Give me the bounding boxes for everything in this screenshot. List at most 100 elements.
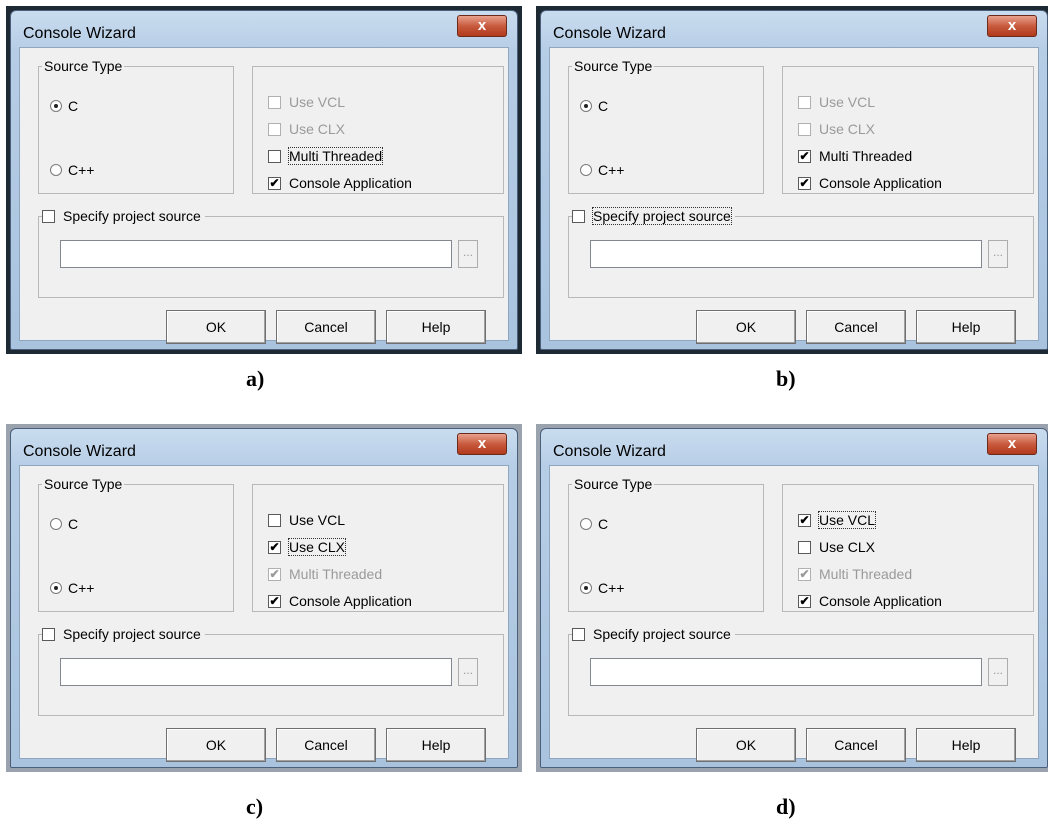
checkbox-use-clx[interactable]: Use CLX (268, 121, 345, 137)
radio-cpp[interactable]: C++ (580, 580, 624, 596)
ok-button[interactable]: OK (696, 728, 796, 762)
checkbox-use-vcl[interactable]: Use VCL (268, 94, 345, 110)
radio-c[interactable]: C (50, 98, 78, 114)
radio-c[interactable]: C (50, 516, 78, 532)
checkbox-specify-project-source[interactable]: Specify project source (572, 626, 735, 642)
window-title: Console Wizard (23, 25, 136, 42)
checkbox-console-application-box: ✔ (798, 176, 811, 190)
checkbox-use-vcl[interactable]: Use VCL (798, 94, 875, 110)
ellipsis-icon: ... (462, 245, 473, 259)
checkbox-multi-threaded-label: Multi Threaded (819, 148, 913, 164)
checkbox-multi-threaded[interactable]: ✔ Multi Threaded (798, 566, 912, 582)
radio-cpp[interactable]: C++ (50, 162, 94, 178)
caption-d: d) (776, 794, 796, 819)
checkbox-console-application[interactable]: ✔ Console Application (268, 175, 412, 191)
checkbox-specify-project-source-box (572, 209, 585, 223)
check-icon: ✔ (799, 593, 810, 608)
checkbox-use-vcl[interactable]: Use VCL (268, 512, 345, 528)
checkbox-console-application[interactable]: ✔ Console Application (798, 593, 942, 609)
checkbox-console-application-box: ✔ (268, 594, 281, 608)
checkbox-multi-threaded-box: ✔ (798, 566, 811, 581)
radio-c-label: C (68, 98, 79, 114)
checkbox-use-clx-box (268, 122, 281, 136)
project-source-input[interactable] (590, 240, 982, 268)
ok-button[interactable]: OK (166, 728, 266, 762)
help-button[interactable]: Help (916, 728, 1016, 762)
caption-b: b) (776, 366, 796, 391)
checkbox-multi-threaded[interactable]: ✔ Multi Threaded (268, 566, 382, 582)
radio-cpp-indicator (50, 582, 62, 594)
checkbox-specify-project-source[interactable]: Specify project source (42, 626, 205, 642)
close-button[interactable]: x (987, 15, 1037, 37)
close-button[interactable]: x (987, 433, 1037, 455)
checkbox-use-vcl[interactable]: ✔ Use VCL (798, 511, 877, 529)
caption-a: a) (246, 366, 265, 391)
checkbox-console-application-box: ✔ (798, 593, 811, 608)
checkbox-multi-threaded[interactable]: Multi Threaded (268, 147, 384, 165)
radio-c[interactable]: C (580, 516, 608, 532)
window-title: Console Wizard (23, 443, 136, 460)
checkbox-use-vcl-box: ✔ (798, 512, 811, 527)
ok-button[interactable]: OK (696, 310, 796, 344)
checkbox-use-clx[interactable]: Use CLX (798, 121, 875, 137)
radio-cpp-indicator (50, 164, 62, 176)
console-wizard-window-a: Console Wizard x Source Type C C++ Use V… (6, 6, 522, 354)
checkbox-multi-threaded-label: Multi Threaded (819, 566, 913, 582)
checkbox-use-clx[interactable]: Use CLX (798, 539, 875, 555)
checkbox-use-clx[interactable]: ✔ Use CLX (268, 538, 347, 556)
checkbox-use-clx-label: Use CLX (819, 539, 876, 555)
close-button[interactable]: x (457, 15, 507, 37)
checkbox-use-clx-label: Use CLX (819, 121, 876, 137)
check-icon: ✔ (799, 512, 810, 527)
ok-button[interactable]: OK (166, 310, 266, 344)
checkbox-specify-project-source[interactable]: Specify project source (42, 208, 205, 224)
console-wizard-window-d: Console Wizard x Source Type C C++ ✔ Use … (536, 424, 1048, 772)
checkbox-multi-threaded[interactable]: ✔ Multi Threaded (798, 148, 912, 164)
checkbox-use-vcl-label: Use VCL (289, 512, 346, 528)
checkbox-use-clx-label: Use CLX (289, 121, 346, 137)
radio-c-indicator (580, 100, 592, 112)
help-button[interactable]: Help (386, 728, 486, 762)
source-type-label: Source Type (42, 58, 125, 74)
cancel-button[interactable]: Cancel (276, 728, 376, 762)
radio-cpp[interactable]: C++ (50, 580, 94, 596)
cancel-button[interactable]: Cancel (806, 728, 906, 762)
browse-button[interactable]: ... (458, 658, 478, 686)
close-icon: x (1007, 435, 1017, 452)
radio-cpp-label: C++ (598, 162, 625, 178)
check-icon: ✔ (269, 175, 280, 190)
project-source-input[interactable] (60, 658, 452, 686)
browse-button[interactable]: ... (988, 240, 1008, 268)
radio-cpp-indicator (580, 582, 592, 594)
radio-cpp-label: C++ (598, 580, 625, 596)
ellipsis-icon: ... (992, 663, 1003, 677)
check-icon: ✔ (799, 566, 810, 581)
cancel-button[interactable]: Cancel (276, 310, 376, 344)
project-source-input[interactable] (590, 658, 982, 686)
checkbox-console-application-box: ✔ (268, 175, 281, 190)
checkbox-use-vcl-label: Use VCL (289, 94, 346, 110)
radio-cpp-label: C++ (68, 580, 95, 596)
checkbox-multi-threaded-label: Multi Threaded (289, 566, 383, 582)
browse-button[interactable]: ... (988, 658, 1008, 686)
checkbox-multi-threaded-box: ✔ (798, 149, 811, 163)
checkbox-specify-project-source-box (572, 627, 585, 641)
radio-cpp[interactable]: C++ (580, 162, 624, 178)
checkbox-specify-project-source-label: Specify project source (63, 626, 201, 642)
checkbox-specify-project-source[interactable]: Specify project source (572, 207, 735, 225)
help-button[interactable]: Help (386, 310, 486, 344)
browse-button[interactable]: ... (458, 240, 478, 268)
close-icon: x (477, 435, 487, 452)
checkbox-console-application[interactable]: ✔ Console Application (798, 175, 942, 191)
project-source-input[interactable] (60, 240, 452, 268)
checkbox-console-application[interactable]: ✔ Console Application (268, 593, 412, 609)
help-button[interactable]: Help (916, 310, 1016, 344)
checkbox-console-application-label: Console Application (289, 175, 412, 191)
checkbox-specify-project-source-box (42, 627, 55, 641)
checkbox-console-application-label: Console Application (819, 175, 942, 191)
radio-c[interactable]: C (580, 98, 608, 114)
close-button[interactable]: x (457, 433, 507, 455)
checkbox-specify-project-source-label: Specify project source (593, 626, 731, 642)
console-wizard-window-b: Console Wizard x Source Type C C++ Use V… (536, 6, 1048, 354)
cancel-button[interactable]: Cancel (806, 310, 906, 344)
